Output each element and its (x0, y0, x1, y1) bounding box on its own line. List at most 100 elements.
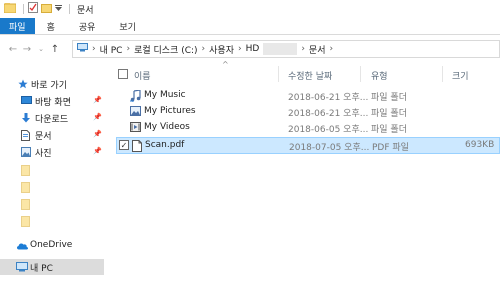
file-type: PDF 파일 (372, 143, 409, 153)
tab-home[interactable]: 홈 (35, 18, 67, 34)
nav-item-folder[interactable] (0, 213, 104, 229)
navigation-bar: ← → ⌄ ↑ › 내 PC › 로컬 디스크 (C:) › 사용자 › HD … (0, 38, 500, 60)
file-name: My Music (144, 90, 186, 100)
breadcrumb-local-disk[interactable]: 로컬 디스크 (C:) (134, 43, 197, 56)
file-name: My Videos (144, 122, 190, 132)
ribbon-tabs: 파일 홈 공유 보기 (0, 18, 500, 35)
folder-icon (21, 182, 30, 196)
row-checkbox[interactable]: ✓ (119, 140, 129, 150)
pin-icon[interactable]: 📌 (93, 96, 102, 104)
column-divider[interactable] (278, 66, 279, 82)
folder-icon (21, 216, 30, 230)
back-arrow-icon[interactable]: ← (6, 44, 20, 55)
nav-label: 바탕 화면 (35, 98, 71, 108)
recent-locations-chevron-icon[interactable]: ⌄ (34, 45, 48, 53)
pdf-file-icon (132, 140, 142, 155)
file-modified: 2018-06-21 오후... (288, 109, 369, 119)
nav-item-folder[interactable] (0, 162, 104, 178)
table-row[interactable]: My Videos 2018-06-05 오후... 파일 폴더 (116, 120, 500, 136)
column-header-type[interactable]: 유형 (371, 66, 431, 84)
nav-item-onedrive[interactable]: OneDrive (0, 238, 104, 254)
qat-separator (23, 4, 24, 14)
nav-item-downloads[interactable]: 다운로드 📌 (0, 110, 104, 126)
nav-label: 사진 (35, 149, 52, 159)
breadcrumb-this-pc[interactable]: 내 PC (100, 43, 123, 56)
file-type: 파일 폴더 (371, 93, 407, 103)
breadcrumb-documents[interactable]: 문서 (309, 43, 326, 56)
title-separator (69, 4, 70, 14)
breadcrumb-separator[interactable]: › (238, 44, 242, 54)
column-label: 크기 (452, 72, 469, 82)
column-label: 이름 (134, 72, 151, 82)
tab-share[interactable]: 공유 (67, 18, 108, 34)
folder-icon (21, 199, 30, 213)
file-name: Scan.pdf (145, 140, 185, 150)
breadcrumb-separator[interactable]: › (301, 44, 305, 54)
up-arrow-icon[interactable]: ↑ (48, 44, 62, 55)
file-list: 이름 ^ 수정한 날짜 유형 크기 My Music 2018-06-21 오후… (112, 60, 500, 281)
nav-item-this-pc[interactable]: 내 PC (0, 259, 104, 275)
nav-item-quick-access[interactable]: 바로 가기 (0, 76, 104, 92)
redacted-area (263, 43, 298, 55)
breadcrumb-users[interactable]: 사용자 (209, 43, 234, 56)
pin-icon[interactable]: 📌 (93, 130, 102, 138)
nav-label: 문서 (35, 132, 52, 142)
nav-label: 다운로드 (35, 115, 69, 125)
pin-icon[interactable]: 📌 (93, 113, 102, 121)
document-icon (21, 130, 30, 144)
nav-item-desktop[interactable]: 바탕 화면 📌 (0, 93, 104, 109)
tab-view[interactable]: 보기 (107, 18, 148, 34)
title-bar: 문서 (0, 0, 500, 18)
column-label: 수정한 날짜 (288, 72, 333, 82)
pin-icon[interactable]: 📌 (93, 147, 102, 155)
file-size: 693KB (465, 140, 495, 150)
forward-arrow-icon[interactable]: → (20, 44, 34, 55)
folder-app-icon[interactable] (3, 2, 17, 16)
star-icon (18, 79, 28, 92)
pictures-shortcut-icon (130, 106, 141, 120)
file-type: 파일 폴더 (371, 109, 407, 119)
music-shortcut-icon (130, 89, 141, 105)
address-bar[interactable]: › 내 PC › 로컬 디스크 (C:) › 사용자 › HD › 문서 › (72, 40, 500, 58)
select-all-checkbox[interactable] (118, 69, 128, 79)
table-row-selected[interactable]: ✓ Scan.pdf 2018-07-05 오후... PDF 파일 693KB (116, 137, 500, 154)
breadcrumb-separator[interactable]: › (92, 44, 96, 54)
qat-dropdown-icon[interactable] (55, 4, 62, 14)
folder-icon (21, 165, 30, 179)
table-row[interactable]: My Music 2018-06-21 오후... 파일 폴더 (116, 88, 500, 104)
nav-label: OneDrive (30, 240, 73, 250)
window-title: 문서 (77, 5, 94, 16)
breadcrumb-user-folder[interactable]: HD (246, 44, 260, 54)
file-name: My Pictures (144, 106, 196, 116)
download-arrow-icon (21, 113, 31, 126)
sort-ascending-icon: ^ (222, 60, 229, 69)
nav-item-folder[interactable] (0, 196, 104, 212)
column-divider[interactable] (360, 66, 361, 82)
properties-checkmark-icon[interactable] (28, 2, 38, 16)
new-folder-icon[interactable] (41, 3, 52, 16)
pictures-icon (21, 147, 31, 160)
tab-file[interactable]: 파일 (0, 18, 35, 34)
breadcrumb-separator[interactable]: › (126, 44, 130, 54)
navigation-pane: 바로 가기 바탕 화면 📌 다운로드 📌 문서 📌 사진 📌 OneDrive … (0, 62, 104, 281)
column-label: 유형 (371, 72, 388, 82)
breadcrumb-separator[interactable]: › (329, 44, 333, 54)
column-header-name[interactable]: 이름 ^ (134, 60, 284, 84)
desktop-icon (21, 96, 32, 108)
file-modified: 2018-06-21 오후... (288, 93, 369, 103)
column-header-modified[interactable]: 수정한 날짜 (288, 66, 368, 84)
videos-shortcut-icon (130, 122, 141, 136)
computer-small-icon (77, 43, 88, 55)
nav-label: 내 PC (30, 264, 53, 274)
nav-item-documents[interactable]: 문서 📌 (0, 127, 104, 143)
column-divider[interactable] (442, 66, 443, 82)
breadcrumb-separator[interactable]: › (202, 44, 206, 54)
table-row[interactable]: My Pictures 2018-06-21 오후... 파일 폴더 (116, 104, 500, 120)
cloud-icon (16, 241, 29, 253)
nav-label: 바로 가기 (31, 81, 67, 91)
file-explorer-window: 문서 파일 홈 공유 보기 ← → ⌄ ↑ › 내 PC › 로컬 디스크 (C… (0, 0, 500, 281)
nav-item-folder[interactable] (0, 179, 104, 195)
column-header-size[interactable]: 크기 (452, 66, 492, 84)
nav-item-pictures[interactable]: 사진 📌 (0, 144, 104, 160)
file-modified: 2018-06-05 오후... (288, 125, 369, 135)
